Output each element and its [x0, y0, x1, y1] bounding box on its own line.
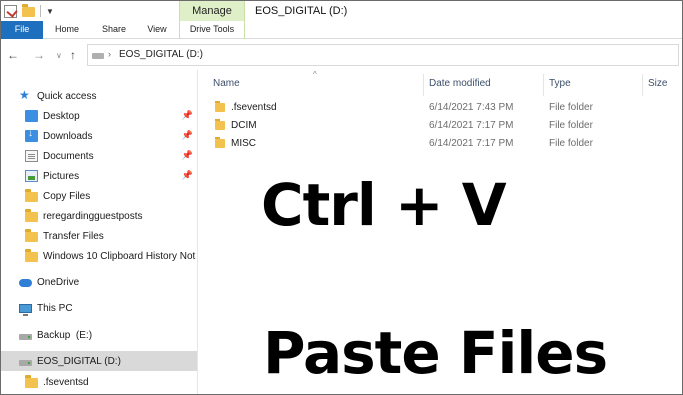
up-arrow-icon[interactable]: ↑ — [70, 48, 76, 62]
tab-file[interactable]: File — [1, 21, 43, 39]
title-bar: ▼ Manage EOS_DIGITAL (D:) — [1, 1, 682, 21]
file-type: File folder — [549, 120, 593, 131]
nav-item-documents[interactable]: Documents 📌 — [1, 146, 197, 166]
nav-label: EOS_DIGITAL (D:) — [37, 355, 121, 367]
nav-this-pc[interactable]: This PC — [1, 298, 197, 318]
forward-arrow-icon[interactable]: → — [33, 48, 45, 62]
nav-quick-access[interactable]: Quick access — [1, 86, 197, 106]
nav-label: .fseventsd — [43, 376, 89, 388]
nav-label: Documents — [43, 150, 94, 162]
pictures-icon — [25, 170, 38, 182]
tab-view[interactable]: View — [139, 21, 175, 39]
cloud-icon — [19, 279, 32, 287]
nav-label: This PC — [37, 302, 73, 314]
file-name: .fseventsd — [231, 102, 277, 113]
pin-icon[interactable]: 📌 — [182, 130, 193, 141]
sort-ascending-icon: ^ — [313, 70, 317, 79]
column-header-date-modified[interactable]: Date modified — [429, 78, 491, 89]
file-type: File folder — [549, 102, 593, 113]
drive-icon — [19, 334, 32, 340]
new-folder-icon[interactable] — [22, 3, 35, 17]
folder-icon — [25, 249, 38, 262]
file-explorer-window: ▼ Manage EOS_DIGITAL (D:) File Home Shar… — [0, 0, 683, 395]
pin-icon[interactable]: 📌 — [182, 110, 193, 121]
drive-icon — [19, 360, 32, 366]
folder-icon — [215, 137, 225, 148]
manage-contextual-tab[interactable]: Manage — [179, 1, 245, 21]
toolbar-divider — [40, 5, 41, 17]
quick-access-toolbar: ▼ — [1, 1, 54, 21]
desktop-icon — [25, 110, 38, 122]
nav-onedrive[interactable]: OneDrive — [1, 272, 197, 292]
shortcut-caption: Ctrl + V — [261, 171, 507, 239]
drive-icon — [92, 53, 104, 59]
back-arrow-icon[interactable]: ← — [7, 48, 19, 62]
address-bar[interactable]: › EOS_DIGITAL (D:) — [87, 44, 679, 66]
downloads-icon — [25, 128, 38, 142]
tab-share[interactable]: Share — [93, 21, 135, 39]
pin-icon[interactable]: 📌 — [182, 150, 193, 161]
file-name: MISC — [231, 138, 256, 149]
file-type: File folder — [549, 138, 593, 149]
column-divider[interactable] — [423, 74, 424, 96]
file-row[interactable]: .fseventsd 6/14/2021 7:43 PM File folder — [198, 99, 682, 117]
nav-item-desktop[interactable]: Desktop 📌 — [1, 106, 197, 126]
column-divider[interactable] — [543, 74, 544, 96]
file-date-modified: 6/14/2021 7:17 PM — [429, 120, 514, 131]
address-row: ← → ∨ ↑ › EOS_DIGITAL (D:) — [1, 40, 682, 70]
recent-locations-chevron-icon[interactable]: ∨ — [56, 51, 62, 60]
action-caption: Paste Files — [263, 319, 608, 387]
column-divider[interactable] — [642, 74, 643, 96]
properties-icon[interactable] — [4, 4, 17, 18]
nav-item-reregardingguestposts[interactable]: reregardingguestposts — [1, 206, 197, 226]
nav-item-windows-10-clipboard[interactable]: Windows 10 Clipboard History Not — [1, 246, 197, 266]
navigation-pane: Quick access Desktop 📌 Downloads 📌 Docum… — [1, 70, 197, 394]
nav-backup-drive[interactable]: Backup (E:) — [1, 325, 197, 345]
folder-icon — [25, 189, 38, 202]
pin-icon[interactable]: 📌 — [182, 170, 193, 181]
nav-item-copy-files[interactable]: Copy Files — [1, 186, 197, 206]
nav-label: Transfer Files — [43, 230, 104, 242]
file-name: DCIM — [231, 120, 257, 131]
nav-label: Downloads — [43, 130, 93, 142]
folder-icon — [25, 229, 38, 242]
column-header-type[interactable]: Type — [549, 78, 571, 89]
nav-label: OneDrive — [37, 276, 80, 288]
ribbon-tabs: File Home Share View Drive Tools — [1, 21, 682, 39]
nav-item-fseventsd[interactable]: .fseventsd — [1, 372, 197, 392]
nav-label: Desktop — [43, 110, 80, 122]
nav-item-downloads[interactable]: Downloads 📌 — [1, 126, 197, 146]
nav-label: Quick access — [37, 90, 97, 102]
nav-item-transfer-files[interactable]: Transfer Files — [1, 226, 197, 246]
folder-icon — [25, 209, 38, 222]
documents-icon — [25, 150, 38, 162]
computer-icon — [19, 303, 32, 316]
window-title: EOS_DIGITAL (D:) — [255, 5, 348, 17]
customize-toolbar-icon[interactable]: ▼ — [46, 7, 54, 16]
nav-label: Backup (E:) — [37, 329, 93, 341]
chevron-right-icon[interactable]: › — [108, 49, 111, 59]
file-row[interactable]: MISC 6/14/2021 7:17 PM File folder — [198, 135, 682, 153]
tab-drive-tools[interactable]: Drive Tools — [179, 21, 245, 39]
column-header-size[interactable]: Size — [648, 78, 667, 89]
tab-home[interactable]: Home — [45, 21, 89, 39]
address-path[interactable]: EOS_DIGITAL (D:) — [119, 49, 203, 60]
nav-eos-digital-drive[interactable]: EOS_DIGITAL (D:) — [1, 351, 197, 371]
nav-label: Pictures — [43, 170, 80, 182]
folder-icon — [215, 101, 225, 112]
nav-label: Copy Files — [43, 190, 91, 202]
folder-icon — [215, 119, 225, 130]
file-row[interactable]: DCIM 6/14/2021 7:17 PM File folder — [198, 117, 682, 135]
folder-icon — [25, 375, 38, 388]
column-header-name[interactable]: Name — [213, 78, 240, 89]
file-date-modified: 6/14/2021 7:43 PM — [429, 102, 514, 113]
file-date-modified: 6/14/2021 7:17 PM — [429, 138, 514, 149]
star-icon — [19, 88, 32, 102]
nav-item-pictures[interactable]: Pictures 📌 — [1, 166, 197, 186]
nav-label: reregardingguestposts — [43, 210, 143, 222]
nav-label: Windows 10 Clipboard History Not — [43, 250, 196, 262]
